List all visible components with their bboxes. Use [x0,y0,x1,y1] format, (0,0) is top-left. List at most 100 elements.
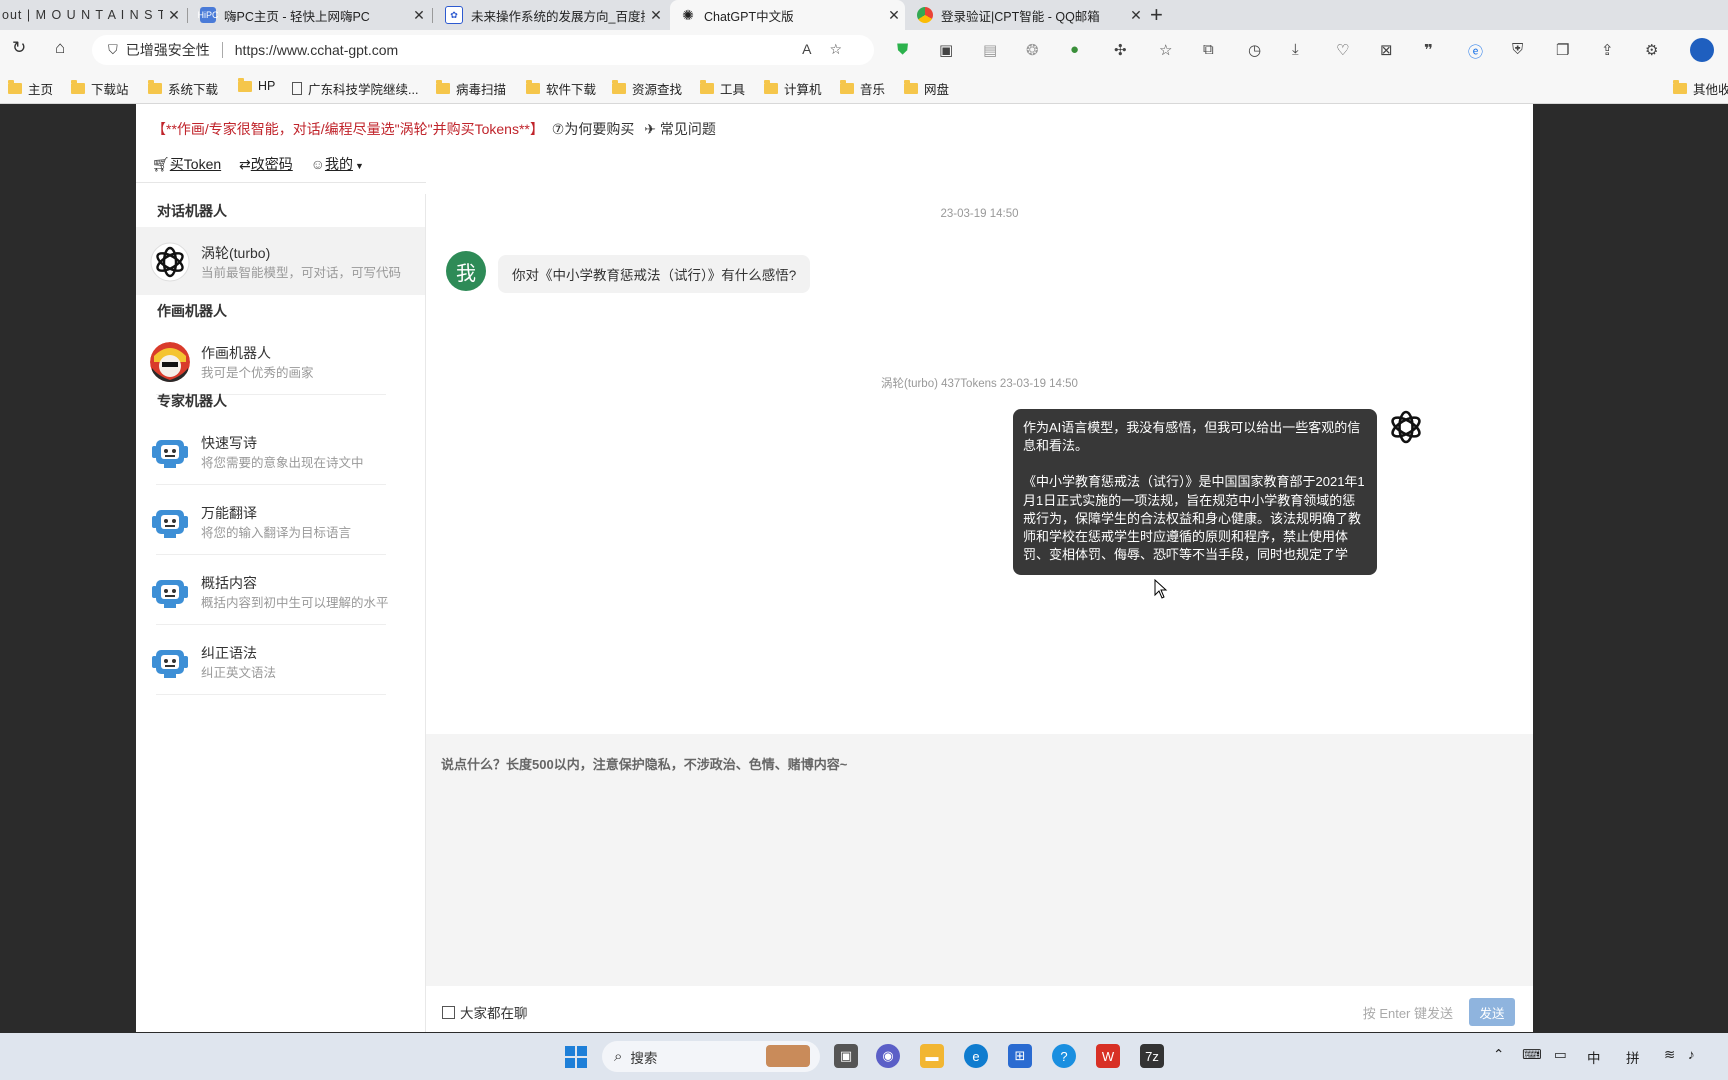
favorites-icon[interactable]: ☆ [1159,41,1172,59]
bookmark-item[interactable]: 下载站 [71,79,129,98]
send-button[interactable]: 发送 [1469,998,1515,1026]
ime-language[interactable]: 中 [1587,1047,1601,1067]
change-password-link[interactable]: 改密码 [251,156,293,172]
user-icon: ☺ [310,156,325,172]
windows-start-icon[interactable] [564,1045,588,1069]
send-plane-icon: ✈ [644,121,656,137]
extension-icon[interactable]: ❂ [1026,41,1039,59]
ime-mode[interactable]: 拼 [1626,1047,1640,1067]
refresh-icon[interactable]: ↻ [12,38,26,58]
volume-icon[interactable]: ♪ [1688,1047,1695,1062]
7zip-icon[interactable]: 7z [1140,1044,1164,1068]
screenshot-icon[interactable]: ⊠ [1380,41,1393,59]
bot-item-poem[interactable]: 快速写诗 将您需要的意象出现在诗文中 [136,417,425,485]
bot-item-summarize[interactable]: 概括内容 概括内容到初中生可以理解的水平 [136,557,425,625]
history-icon[interactable]: ◷ [1248,41,1261,59]
bot-item-turbo[interactable]: 涡轮(turbo) 当前最智能模型，可对话，可写代码 [136,227,425,295]
address-bar[interactable]: ⛉ 已增强安全性 https://www.cchat-gpt.com A☆ [92,35,874,65]
my-account-dropdown[interactable]: 我的 [325,156,353,172]
performance-icon[interactable]: ♡ [1336,41,1349,59]
list-divider [156,484,386,485]
edge-icon[interactable]: ⓔ [1468,41,1483,62]
read-aloud-favorite-icons[interactable]: A☆ [802,41,860,58]
settings-icon[interactable]: ⚙ [1645,41,1658,59]
bookmark-item[interactable]: 工具 [700,79,745,98]
task-view-icon[interactable]: ▣ [834,1044,858,1068]
extension-icon[interactable]: ● [1070,41,1079,58]
close-icon[interactable]: ✕ [883,7,905,24]
folder-icon [612,80,626,94]
tab-divider [187,8,188,23]
chat-messages: 23-03-19 14:50 我 你对《中小学教育惩戒法（试行）》有什么感悟? … [426,182,1533,734]
tab-qqmail[interactable]: 登录验证|CPT智能 - QQ邮箱 ✕ [907,0,1147,30]
bookmark-item[interactable]: 软件下载 [526,79,596,98]
wifi-icon[interactable]: ≋ [1664,1047,1675,1063]
folder-icon [436,80,450,94]
buy-token-link[interactable]: 买Token [170,156,221,172]
bot-item-grammar[interactable]: 纠正语法 纠正英文语法 [136,627,425,695]
quote-icon[interactable]: ❞ [1424,41,1433,59]
close-icon[interactable]: ✕ [163,7,185,24]
mouse-cursor-icon [1154,579,1168,599]
file-explorer-icon[interactable]: ▬ [920,1044,944,1068]
folder-icon [840,80,854,94]
close-icon[interactable]: ✕ [408,7,430,24]
tab-mountainstudio[interactable]: out | M O U N T A I N S T U D ✕ [0,0,185,30]
qqmail-favicon-icon [917,7,933,23]
browser-tab-strip: out | M O U N T A I N S T U D ✕ HiPC 嗨PC… [0,0,1728,30]
bot-item-painter[interactable]: 作画机器人 我可是个优秀的画家 [136,327,425,395]
extension-icon[interactable]: ▤ [983,41,997,59]
bookmark-item[interactable]: 病毒扫描 [436,79,506,98]
share-icon[interactable]: ⇪ [1601,41,1614,59]
copy-icon[interactable]: ❐ [1556,41,1569,59]
puzzle-icon[interactable]: ✣ [1114,41,1127,59]
list-divider [156,694,386,695]
edge-browser-icon[interactable]: e [964,1044,988,1068]
why-buy-link[interactable]: ⑦为何要购买 [552,121,635,137]
bookmark-item-other[interactable]: 其他收 [1673,79,1728,98]
bookmark-item[interactable]: 系统下载 [148,79,218,98]
display-icon[interactable]: ▭ [1554,1047,1567,1063]
top-notice: 【**作画/专家很智能，对话/编程尽量选"涡轮"并购买Tokens**】 ⑦为何… [152,121,716,137]
tab-haipc[interactable]: HiPC 嗨PC主页 - 轻快上网嗨PC ✕ [190,0,430,30]
bookmark-item[interactable]: 网盘 [904,79,949,98]
tab-baidu[interactable]: ✿ 未来操作系统的发展方向_百度搜 ✕ [435,0,667,30]
home-icon[interactable]: ⌂ [55,38,65,58]
taskbar-search[interactable]: ⌕ 搜索 [602,1041,820,1072]
folder-icon [700,80,714,94]
tab-chatgpt[interactable]: ✺ ChatGPT中文版 ✕ [670,0,905,30]
download-icon[interactable]: ⤓ [1292,41,1299,58]
new-tab-icon[interactable]: + [1150,2,1163,28]
caret-down-icon[interactable]: ▼ [355,161,364,171]
section-chat-bots: 对话机器人 [157,203,227,219]
bookmark-item[interactable]: 主页 [8,79,53,98]
close-icon[interactable]: ✕ [1125,7,1147,24]
section-expert-bots: 专家机器人 [157,393,227,409]
bookmark-item[interactable]: 计算机 [764,79,822,98]
close-icon[interactable]: ✕ [645,7,667,24]
teams-chat-icon[interactable]: ◉ [876,1044,900,1068]
everyone-chatting-link[interactable]: 大家都在聊 [442,1002,528,1022]
url-text[interactable]: https://www.cchat-gpt.com [235,42,398,58]
tab-divider [432,8,433,23]
shield-check-icon[interactable]: ⛨ [1512,41,1523,58]
keyboard-icon[interactable]: ⌨ [1522,1047,1542,1063]
chevron-up-icon[interactable]: ⌃ [1493,1047,1504,1063]
bookmark-item[interactable]: HP [238,77,275,93]
bookmarks-bar: 主页 下载站 系统下载 HP 广东科技学院继续... 病毒扫描 软件下载 资源查… [0,71,1728,104]
help-icon[interactable]: ? [1052,1044,1076,1068]
security-label[interactable]: 已增强安全性 [126,40,210,60]
bookmark-item[interactable]: 广东科技学院继续... [292,79,418,98]
folder-icon [904,80,918,94]
bookmark-item[interactable]: 音乐 [840,79,885,98]
faq-link[interactable]: 常见问题 [660,121,716,137]
bot-item-translate[interactable]: 万能翻译 将您的输入翻译为目标语言 [136,487,425,555]
bookmark-item[interactable]: 资源查找 [612,79,682,98]
store-icon[interactable]: ⊞ [1008,1044,1032,1068]
adblock-shield-icon[interactable]: ⛊ [897,41,908,58]
robot-icon [152,510,188,538]
extension-icon[interactable]: ▣ [939,41,953,59]
profile-avatar[interactable] [1690,38,1714,62]
wps-icon[interactable]: W [1096,1044,1120,1068]
collections-icon[interactable]: ⧉ [1203,41,1214,58]
